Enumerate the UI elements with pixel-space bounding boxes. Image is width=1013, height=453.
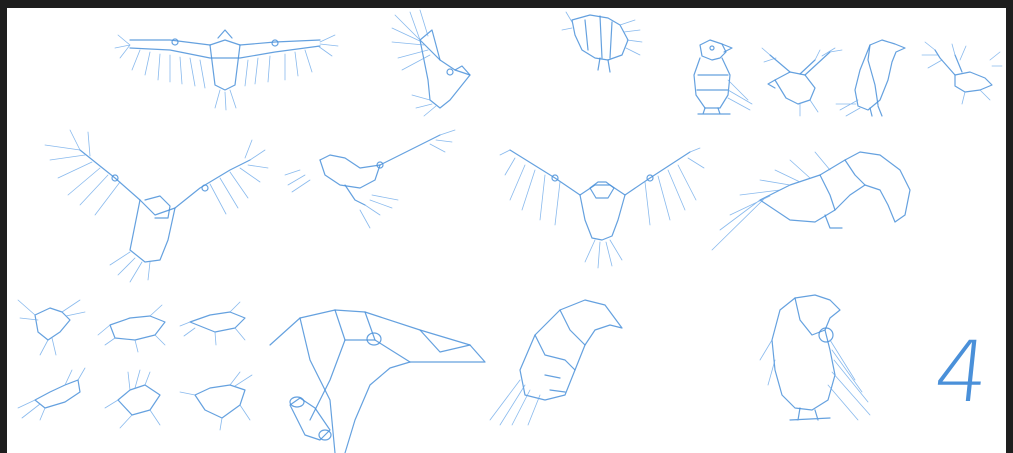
bird-perched-side <box>835 39 906 117</box>
bird-landing-small <box>561 11 643 73</box>
bird-perched-leaning <box>489 299 623 426</box>
bird-swooping-folded <box>711 151 911 251</box>
bird-head-closeup <box>269 309 486 453</box>
bird-front-wings-spread <box>499 147 705 269</box>
bird-takeoff-small <box>921 41 1003 105</box>
bird-gliding-side <box>284 129 456 229</box>
bird-flapping-small <box>761 47 843 117</box>
bird-soaring-wide-wings <box>114 29 339 111</box>
sketch-sheet[interactable]: 4 <box>7 8 1006 453</box>
bird-perched-back <box>759 294 871 421</box>
bird-diving-wings-up <box>44 129 269 283</box>
bird-flapping-side <box>391 9 471 117</box>
canvas-frame: 4 <box>0 0 1013 453</box>
page-number: 4 <box>929 323 994 421</box>
sketch-layer <box>17 9 1003 453</box>
bird-thumbnail-grid <box>17 299 253 431</box>
bird-perched-front <box>693 39 753 115</box>
